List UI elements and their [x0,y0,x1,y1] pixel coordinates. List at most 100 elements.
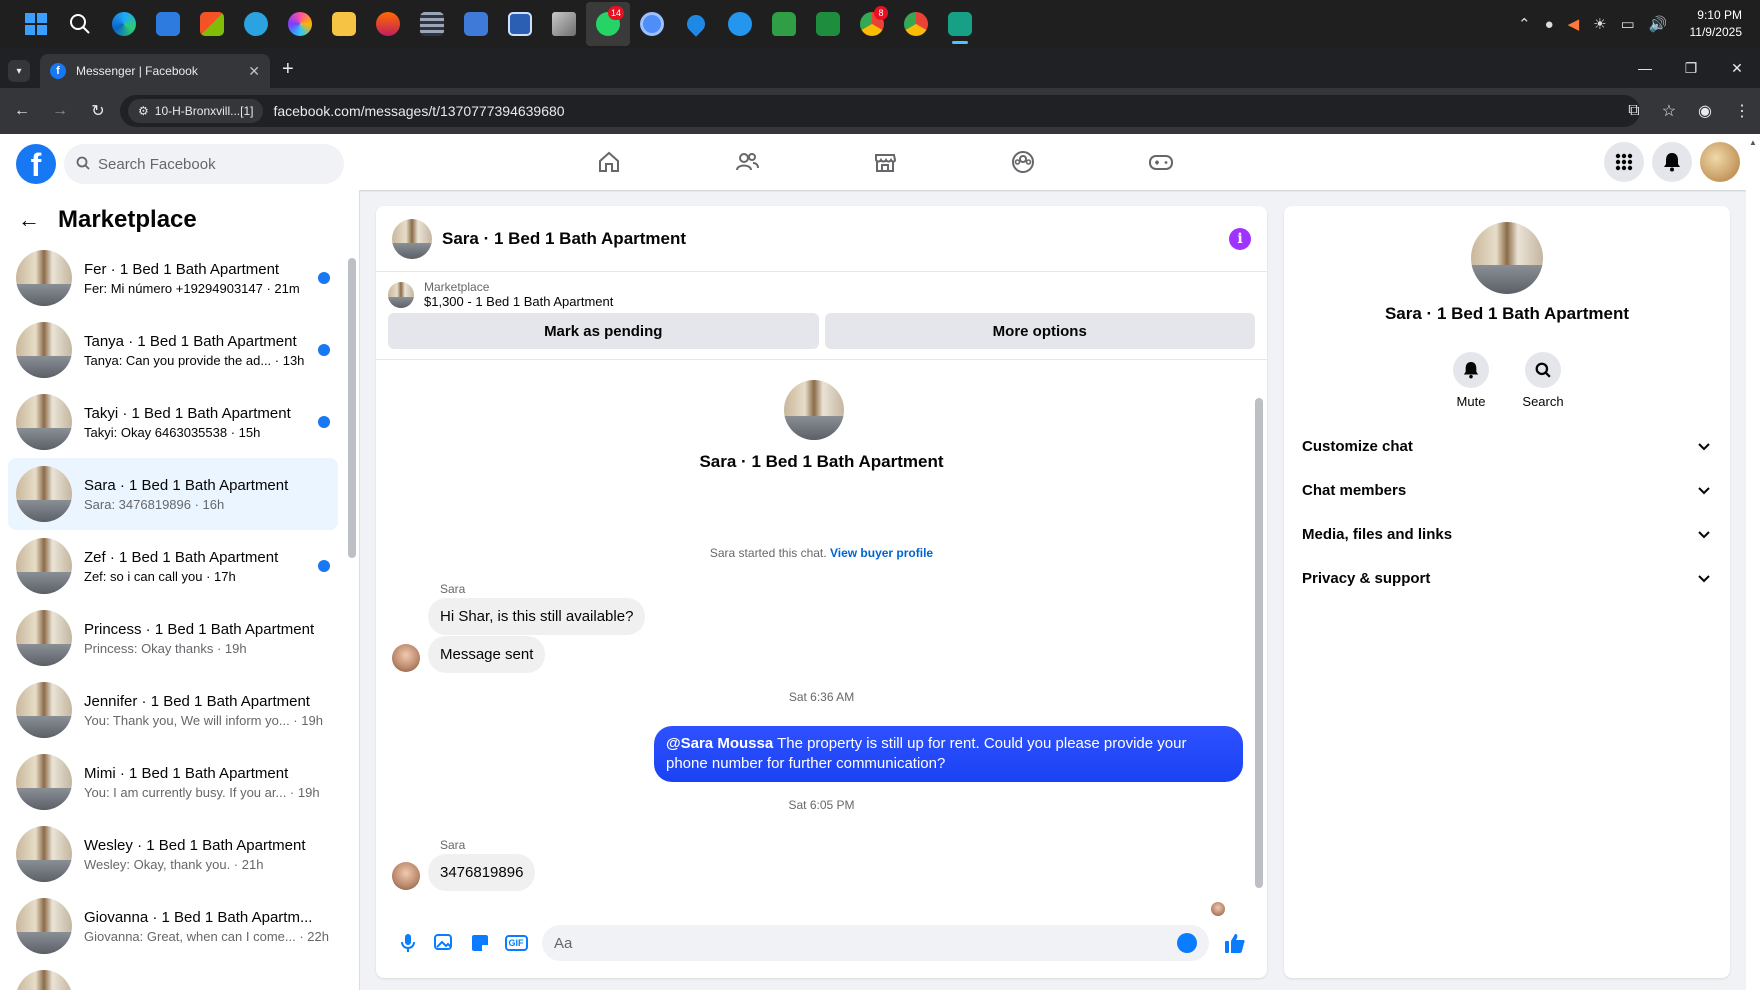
emoji-icon[interactable] [1177,933,1197,953]
scrollbar-thumb[interactable] [1255,398,1263,888]
close-window-button[interactable]: ✕ [1714,48,1760,88]
account-avatar[interactable] [1700,142,1740,182]
conversation-item[interactable]: Sara · 1 Bed 1 Bath Apartment Sara: 34768… [8,458,338,530]
conversation-item[interactable]: Giovanna · 1 Bed 1 Bath Apartm... Giovann… [8,890,338,962]
taskbar-app-orange[interactable] [366,2,410,46]
site-info-chip[interactable]: ⚙ 10-H-Bronxvill...[1] [128,99,264,123]
conversation-list-scrollbar[interactable] [348,258,356,558]
notifications-button[interactable] [1652,142,1692,182]
tab-search-button[interactable]: ▾ [8,60,30,82]
nav-friends[interactable] [678,134,816,190]
forward-button[interactable]: → [44,95,76,127]
listing-summary[interactable]: Marketplace $1,300 - 1 Bed 1 Bath Apartm… [388,280,1255,309]
chat-title[interactable]: Sara · 1 Bed 1 Bath Apartment [442,229,686,249]
nav-marketplace[interactable] [816,134,954,190]
omnibox[interactable]: ⚙ 10-H-Bronxvill...[1] facebook.com/mess… [120,95,1640,127]
view-buyer-profile-link[interactable]: View buyer profile [830,546,933,560]
back-arrow-icon[interactable]: ← [18,207,40,233]
conversation-item[interactable]: Takyi · 1 Bed 1 Bath Apartment Takyi: Oka… [8,386,338,458]
incoming-message[interactable]: 3476819896 [428,854,536,891]
taskbar-app-drop[interactable] [674,2,718,46]
taskbar-search[interactable] [58,2,102,46]
sender-avatar[interactable] [392,862,420,890]
volume-icon[interactable]: 🔊 [1649,15,1668,33]
taskbar-app-hb[interactable] [938,2,982,46]
taskbar-copilot[interactable] [278,2,322,46]
incoming-message[interactable]: Hi Shar, is this still available? [428,598,646,635]
chevron-up-icon[interactable]: ⌃ [1518,15,1531,33]
info-icon[interactable]: i [1229,227,1251,250]
restore-button[interactable]: ❐ [1668,48,1714,88]
taskbar-notepad[interactable] [454,2,498,46]
security-icon[interactable]: ● [1545,16,1554,33]
taskbar-whatsapp[interactable]: 14 [586,2,630,46]
mute-button[interactable]: Mute [1453,352,1489,409]
info-section[interactable]: Media, files and links [1298,512,1716,556]
back-button[interactable]: ← [6,95,38,127]
message-thread-scrollbar[interactable] [1255,368,1263,898]
more-options-button[interactable]: More options [824,313,1255,349]
minimize-button[interactable]: — [1622,48,1668,88]
incoming-message[interactable]: Message sent [428,636,546,673]
facebook-logo[interactable]: f [16,144,56,184]
sender-avatar[interactable] [392,644,420,672]
facebook-search-input[interactable]: Search Facebook [64,144,344,184]
nav-groups[interactable] [954,134,1092,190]
profile-icon[interactable]: ◉ [1698,101,1712,121]
info-section[interactable]: Chat members [1298,468,1716,512]
taskbar-app-lock[interactable] [762,2,806,46]
taskbar-store[interactable] [190,2,234,46]
sticker-button[interactable] [462,925,498,961]
start-button[interactable] [14,2,58,46]
attach-photo-button[interactable] [426,925,462,961]
gif-button[interactable]: GIF [498,925,534,961]
outgoing-message[interactable]: @Sara Moussa The property is still up fo… [654,726,1243,782]
tab-close-icon[interactable]: ✕ [248,63,260,80]
scroll-up-icon[interactable]: ▲ [1749,138,1757,147]
taskbar-app-terminal[interactable] [410,2,454,46]
page-scrollbar[interactable]: ▲ [1746,134,1760,990]
menu-button[interactable] [1604,142,1644,182]
url-text[interactable]: facebook.com/messages/t/1370777394639680 [273,103,564,119]
info-section[interactable]: Privacy & support [1298,556,1716,600]
new-tab-button[interactable]: + [282,58,294,81]
taskbar-edge[interactable] [102,2,146,46]
reload-button[interactable]: ↻ [82,95,114,127]
conversation-item[interactable]: Fer · 1 Bed 1 Bath Apartment Fer: Mi núme… [8,242,338,314]
nav-home[interactable] [540,134,678,190]
mention[interactable]: @Sara Moussa [666,735,773,752]
voice-clip-button[interactable] [390,925,426,961]
conversation-item[interactable]: Tanya · 1 Bed 1 Bath Apartment Tanya: Can… [8,314,338,386]
browser-tab-messenger[interactable]: f Messenger | Facebook ✕ [40,54,270,88]
taskbar-clock[interactable]: 9:10 PM 11/9/2025 [1690,7,1743,41]
taskbar-telegram[interactable] [234,2,278,46]
taskbar-docker[interactable] [718,2,762,46]
conversation-item[interactable]: Mimi · 1 Bed 1 Bath Apartment You: I am c… [8,746,338,818]
message-input[interactable]: Aa [542,925,1209,961]
conversation-item[interactable]: Jennifer · 1 Bed 1 Bath Apartment You: Th… [8,674,338,746]
install-app-icon[interactable]: ⧉ [1628,102,1639,120]
taskbar-app-tool[interactable] [542,2,586,46]
conversation-item[interactable]: Princess · 1 Bed 1 Bath Apartment Princes… [8,602,338,674]
send-like-button[interactable] [1217,925,1253,961]
conversation-item[interactable]: Wesley · 1 Bed 1 Bath Apartment Wesley: O… [8,818,338,890]
chat-avatar[interactable] [392,218,432,259]
taskbar-app-h[interactable] [498,2,542,46]
search-in-conversation-button[interactable]: Search [1522,352,1564,409]
taskbar-chrome[interactable]: 8 [850,2,894,46]
info-section[interactable]: Customize chat [1298,424,1716,468]
chrome-menu-icon[interactable]: ⋮ [1734,101,1750,121]
conversation-item[interactable]: Roxann · 1 Bed 1 Bath Apartm... [8,962,338,990]
taskbar-app-circle[interactable] [630,2,674,46]
conversation-item[interactable]: Zef · 1 Bed 1 Bath Apartment Zef: so i ca… [8,530,338,602]
brightness-icon[interactable]: ☀ [1593,15,1606,33]
nav-gaming[interactable] [1092,134,1230,190]
taskbar-app-meet[interactable] [806,2,850,46]
speaker-alert-icon[interactable]: ◀ [1568,15,1580,33]
mark-as-pending-button[interactable]: Mark as pending [388,313,819,349]
taskbar-outlook[interactable] [146,2,190,46]
display-icon[interactable]: ▭ [1621,15,1635,33]
taskbar-file-explorer[interactable] [322,2,366,46]
taskbar-chrome-alt[interactable] [894,2,938,46]
bookmark-star-icon[interactable]: ☆ [1662,101,1676,121]
